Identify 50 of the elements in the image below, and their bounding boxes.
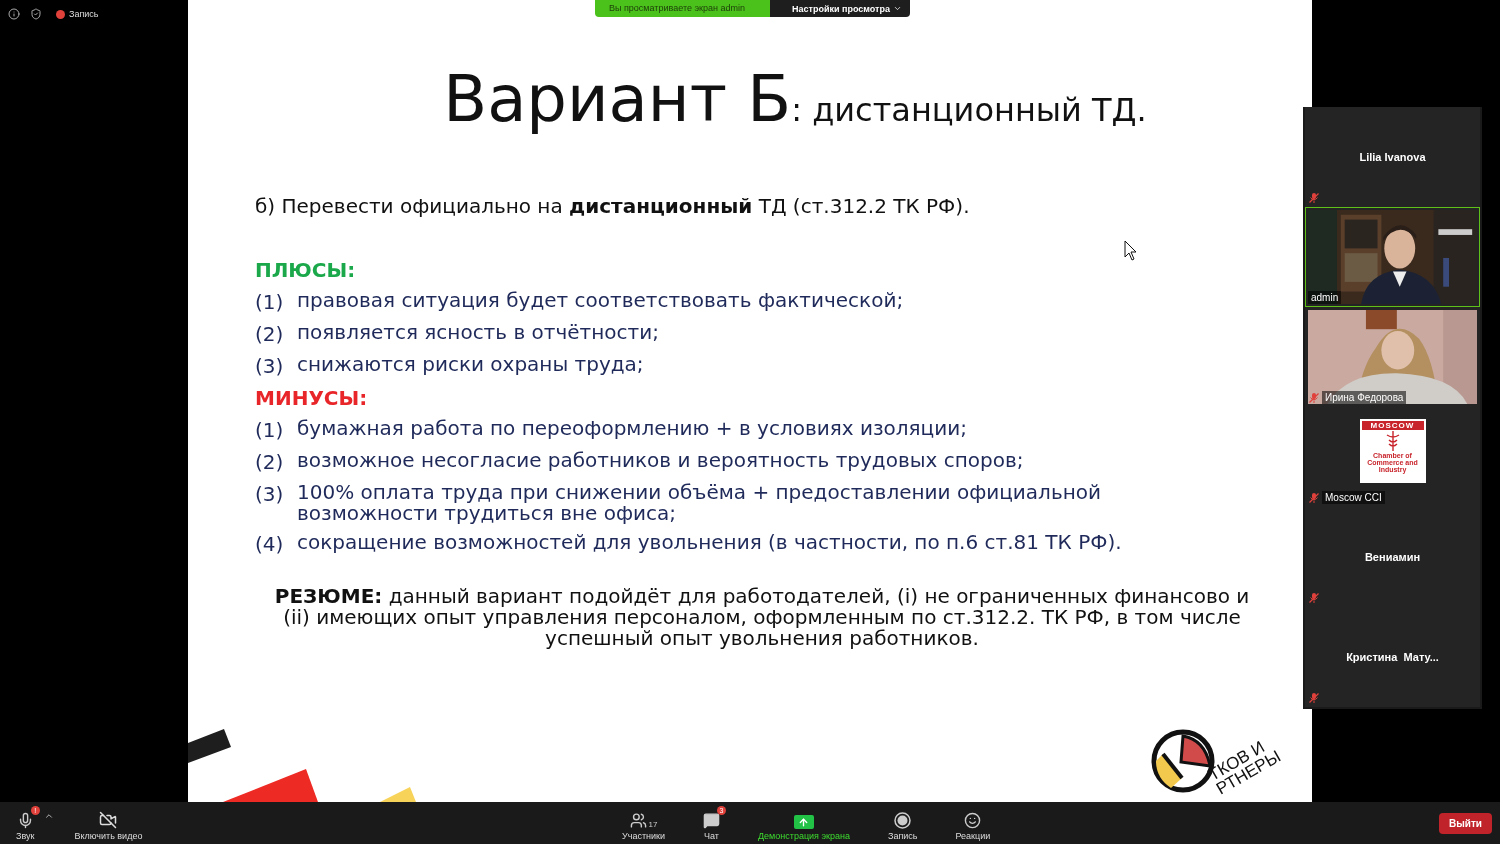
chevron-up-icon (44, 811, 55, 821)
summary-text: РЕЗЮМЕ: данный вариант подойдёт для работодателей, (i) не ограниченных финансово и (ii) имеющих опыт управления персоналом, оформленным по ст.312.2. ТК РФ, в том числе успешный опыт увольнения работников. (273, 586, 1251, 649)
item-text: 100% оплата труда при снижении объёма + предоставлении официальной возможности трудиться вне офиса; (297, 482, 1102, 527)
slide-title: Вариант Б (443, 62, 792, 136)
participant-name: Moscow CCI (1322, 491, 1385, 504)
chat-icon (703, 812, 720, 829)
smile-plus-icon (964, 812, 982, 829)
participant-name: Кристина Мату... (1346, 651, 1439, 663)
item-number: (3) (255, 482, 285, 508)
item-number: (1) (255, 418, 285, 444)
shield-check-icon[interactable] (30, 8, 42, 20)
item-text: снижаются риски охраны труда; (297, 354, 644, 378)
section-heading: МИНУСЫ: (255, 386, 368, 412)
record-icon (894, 812, 912, 829)
item-number: (2) (255, 450, 285, 476)
share-status-banner: Вы просматриваете экран admin (595, 0, 770, 17)
item-number: (3) (255, 354, 285, 380)
logo-text: MOSCOW (1361, 421, 1424, 430)
info-icon[interactable] (8, 8, 20, 20)
item-text: сокращение возможностей для увольнения (в частности, по п.6 ст.81 ТК РФ). (297, 532, 1122, 556)
slide-intro: б) Перевести официально на дистанционный ТД (ст.312.2 ТК РФ). (255, 194, 971, 218)
leave-button[interactable]: Выйти (1439, 812, 1492, 834)
audio-options-button[interactable] (44, 811, 55, 821)
participant-name: Ирина Федорова (1322, 391, 1407, 404)
participants-button[interactable]: 17 Участники (614, 805, 673, 841)
people-icon (629, 812, 647, 829)
record-button[interactable]: Запись (879, 805, 926, 841)
participant-name: admin (1308, 291, 1342, 304)
mouse-cursor-icon (1124, 240, 1138, 262)
participant-count: 17 (648, 820, 658, 829)
item-number: (1) (255, 290, 285, 316)
video-button[interactable]: Включить видео (66, 805, 151, 841)
share-button[interactable]: Демонстрация экрана (750, 805, 858, 841)
caduceus-icon (1384, 430, 1401, 452)
chevron-down-icon (893, 4, 903, 13)
item-text: бумажная работа по переоформлению + в условиях изоляции; (297, 418, 967, 442)
video-off-icon (99, 811, 118, 829)
share-screen-icon (794, 815, 814, 829)
item-number: (4) (255, 532, 285, 558)
participant-name: Вениамин (1364, 551, 1421, 563)
slide-subtitle: : дистанционный ТД. (791, 91, 1147, 129)
item-text: появляется ясность в отчётности; (297, 322, 659, 346)
section-heading: ПЛЮСЫ: (255, 258, 356, 284)
item-number: (2) (255, 322, 285, 348)
item-text: возможное несогласие работников и вероятность трудовых споров; (297, 450, 1024, 474)
recording-label: Запись (69, 9, 99, 19)
item-text: правовая ситуация будет соответствовать фактической; (297, 290, 904, 314)
reactions-button[interactable]: Реакции (947, 805, 999, 841)
participant-name: Lilia Ivanova (1359, 151, 1426, 163)
view-options-button[interactable]: Настройки просмотра (770, 0, 911, 17)
